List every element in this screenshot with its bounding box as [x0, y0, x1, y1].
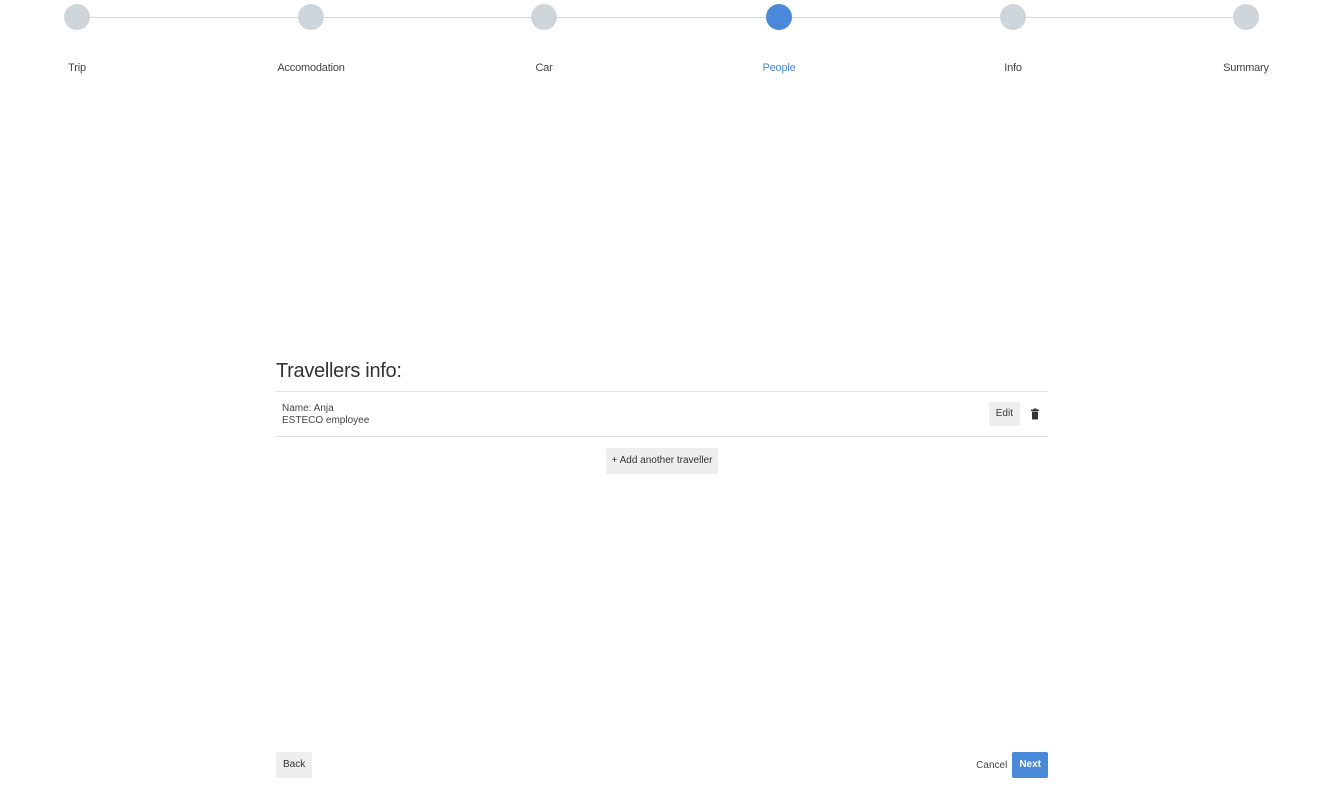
add-traveller-button[interactable]: + Add another traveller: [605, 448, 719, 474]
back-button[interactable]: Back: [276, 752, 313, 778]
step-summary-label: Summary: [1223, 62, 1269, 74]
step-info-label: Info: [1004, 62, 1022, 74]
travellers-section: Travellers info: Name: Anja ESTECO emplo…: [276, 357, 1048, 474]
edit-traveller-button[interactable]: Edit: [988, 402, 1020, 426]
wizard-footer: Back Cancel Next: [276, 752, 1048, 778]
step-summary[interactable]: Summary: [1186, 0, 1306, 74]
step-accomodation-dot: [298, 4, 324, 30]
traveller-name: Name: Anja: [282, 403, 334, 414]
step-people[interactable]: People: [719, 0, 839, 74]
progress-stepper: Trip Accomodation Car People Info Summar…: [0, 0, 1319, 90]
traveller-list: Name: Anja ESTECO employee Edit: [276, 391, 1048, 437]
step-car-dot: [531, 4, 557, 30]
cancel-button[interactable]: Cancel: [976, 760, 1007, 771]
next-button[interactable]: Next: [1012, 752, 1048, 778]
step-accomodation-label: Accomodation: [277, 62, 345, 74]
step-trip-label: Trip: [68, 62, 86, 74]
step-summary-dot: [1233, 4, 1259, 30]
step-people-dot: [766, 4, 792, 30]
step-car-label: Car: [535, 62, 553, 74]
step-car[interactable]: Car: [484, 0, 604, 74]
step-info[interactable]: Info: [953, 0, 1073, 74]
traveller-info: Name: Anja ESTECO employee: [282, 403, 369, 427]
step-trip-dot: [64, 4, 90, 30]
footer-right-actions: Cancel Next: [976, 752, 1048, 778]
traveller-actions: Edit: [988, 402, 1042, 426]
step-info-dot: [1000, 4, 1026, 30]
booking-wizard-page: Trip Accomodation Car People Info Summar…: [0, 0, 1319, 791]
step-trip[interactable]: Trip: [17, 0, 137, 74]
trash-icon[interactable]: [1028, 407, 1042, 421]
traveller-detail: ESTECO employee: [282, 415, 370, 426]
travellers-title: Travellers info:: [276, 360, 402, 382]
step-people-label: People: [762, 62, 796, 74]
add-traveller-wrap: + Add another traveller: [276, 448, 1048, 474]
traveller-row: Name: Anja ESTECO employee Edit: [276, 392, 1048, 436]
step-accomodation[interactable]: Accomodation: [251, 0, 371, 74]
